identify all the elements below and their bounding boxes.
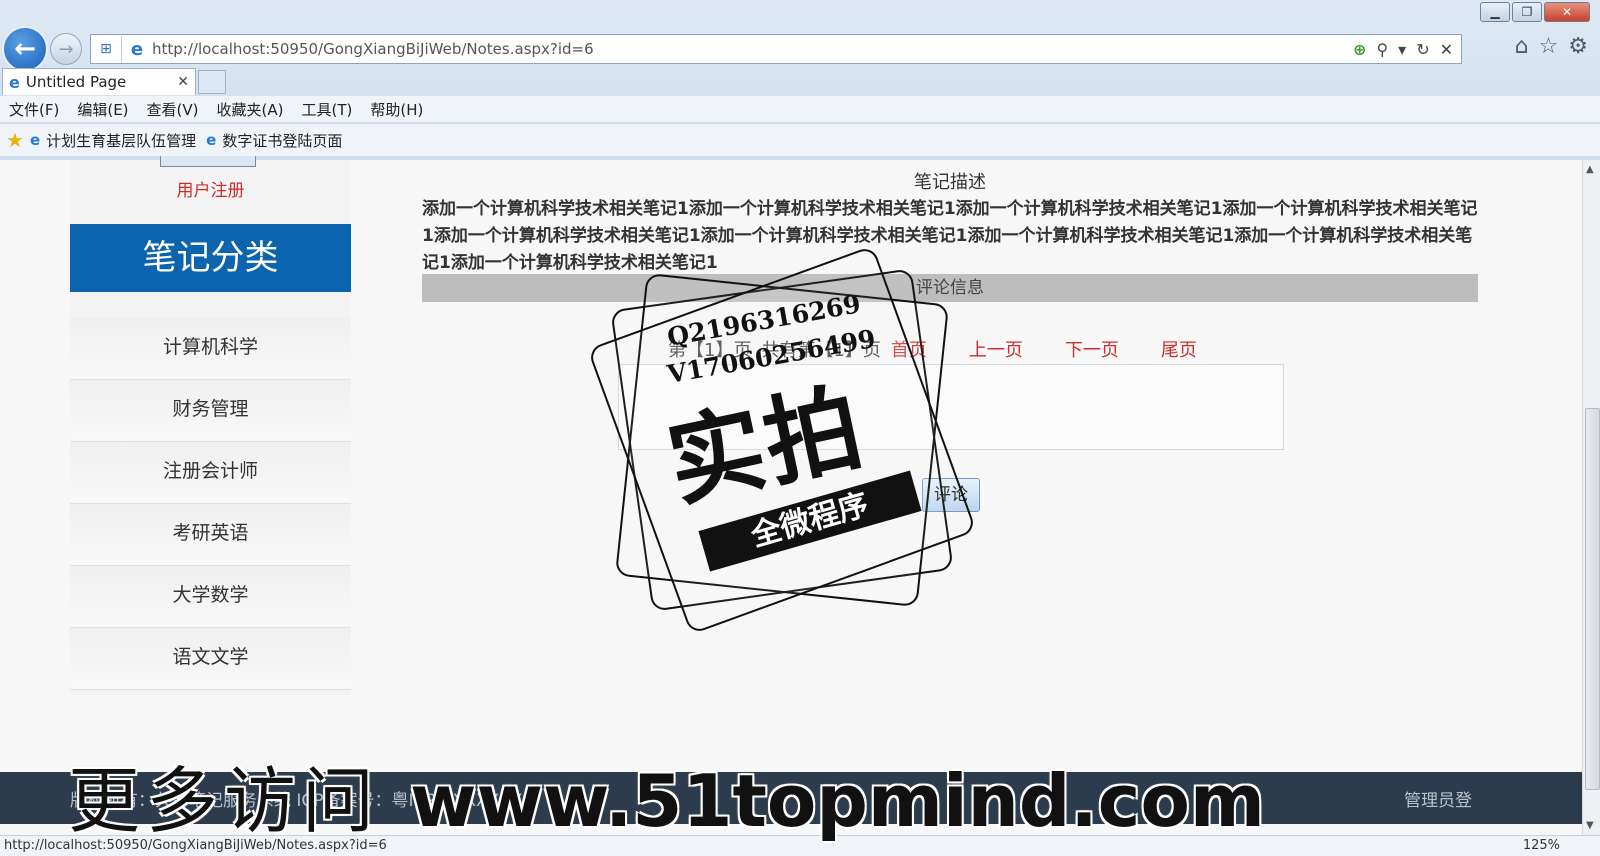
gear-icon[interactable]: ⚙	[1568, 34, 1588, 59]
zoom-level[interactable]: 125%	[1523, 838, 1560, 853]
category-item[interactable]: 考研英语	[70, 504, 351, 566]
ie-page-icon: e	[130, 38, 144, 60]
minimize-button[interactable]: ▁	[1480, 2, 1510, 22]
scroll-down-icon[interactable]: ▼	[1586, 820, 1594, 831]
favorites-star-icon[interactable]: ★	[6, 128, 24, 152]
login-button[interactable]	[160, 156, 256, 167]
menu-view[interactable]: 查看(V)	[138, 99, 208, 120]
menu-help[interactable]: 帮助(H)	[361, 99, 432, 120]
scroll-up-icon[interactable]: ▲	[1586, 164, 1594, 175]
favorites-bar: ★ e 计划生育基层队伍管理 e 数字证书登陆页面	[0, 124, 1600, 156]
scrollbar-thumb[interactable]	[1585, 408, 1600, 790]
category-item[interactable]: 注册会计师	[70, 442, 351, 504]
ie-fav-icon: e	[206, 131, 217, 149]
admin-login-link[interactable]: 管理员登	[1404, 786, 1472, 811]
restore-button[interactable]: ❐	[1512, 2, 1542, 22]
favorite-link-1[interactable]: e 计划生育基层队伍管理	[30, 130, 196, 151]
compat-plus-icon[interactable]: ⊕	[1353, 40, 1366, 59]
ie-fav-icon: e	[29, 131, 41, 149]
close-window-button[interactable]: ✕	[1544, 2, 1590, 22]
address-url[interactable]: http://localhost:50950/GongXiangBiJiWeb/…	[152, 40, 1353, 58]
address-bar[interactable]: ⊞ e http://localhost:50950/GongXiangBiJi…	[90, 34, 1462, 64]
menu-edit[interactable]: 编辑(E)	[68, 99, 137, 120]
favorites-star-icon[interactable]: ☆	[1539, 34, 1559, 59]
register-link[interactable]: 用户注册	[70, 176, 351, 201]
menu-favorites[interactable]: 收藏夹(A)	[208, 99, 293, 120]
banner-cn: 更多访问	[68, 759, 381, 843]
compatibility-view-icon[interactable]: ⊞	[91, 36, 122, 62]
search-icon[interactable]: ⚲	[1376, 40, 1388, 59]
banner-url: www.51topmind.com	[410, 759, 1265, 843]
favorite-label: 数字证书登陆页面	[222, 131, 343, 150]
dropdown-icon[interactable]: ▾	[1398, 40, 1406, 59]
vertical-scrollbar[interactable]: ▲ ▼	[1582, 160, 1600, 835]
pager-prev[interactable]: 上一页	[969, 336, 1023, 362]
category-list: 计算机科学 财务管理 注册会计师 考研英语 大学数学 语文文学	[70, 318, 351, 690]
pager-last[interactable]: 尾页	[1161, 336, 1197, 362]
close-tab-icon[interactable]: ✕	[177, 74, 189, 90]
arrow-left-icon: ←	[14, 34, 36, 64]
category-item[interactable]: 财务管理	[70, 380, 351, 442]
tab-bar: e Untitled Page ✕	[0, 66, 1600, 95]
home-icon[interactable]: ⌂	[1515, 34, 1529, 59]
category-title: 笔记分类	[70, 224, 351, 292]
favorite-link-2[interactable]: e 数字证书登陆页面	[206, 130, 342, 151]
favorite-label: 计划生育基层队伍管理	[46, 131, 197, 150]
menu-tools[interactable]: 工具(T)	[292, 99, 361, 120]
arrow-right-icon: →	[58, 38, 74, 60]
menu-bar: 文件(F) 编辑(E) 查看(V) 收藏夹(A) 工具(T) 帮助(H)	[0, 96, 1600, 122]
new-tab-button[interactable]	[198, 70, 226, 94]
sidebar: 用户注册 笔记分类 计算机科学 财务管理 注册会计师 考研英语 大学数学 语文文…	[70, 156, 351, 695]
tab-title: Untitled Page	[25, 73, 127, 91]
tab-untitled-page[interactable]: e Untitled Page ✕	[2, 68, 196, 95]
ie-tab-icon: e	[9, 72, 20, 92]
window-controls: ▁ ❐ ✕	[1480, 2, 1590, 22]
refresh-icon[interactable]: ↻	[1416, 40, 1429, 59]
category-item[interactable]: 计算机科学	[70, 318, 351, 380]
forward-button[interactable]: →	[50, 33, 82, 65]
note-description-label: 笔记描述	[914, 172, 986, 193]
category-item[interactable]: 语文文学	[70, 628, 351, 690]
stop-icon[interactable]: ✕	[1440, 40, 1453, 59]
menu-file[interactable]: 文件(F)	[0, 99, 68, 120]
watermark-stamp: Q2196316269 V17060256499 实拍 全微程序	[587, 245, 977, 635]
category-item[interactable]: 大学数学	[70, 566, 351, 628]
browser-chrome: ▁ ❐ ✕ ← → ⊞ e http://localhost:50950/Gon…	[0, 0, 1600, 161]
watermark-banner: 更多访问 www.51topmind.com	[68, 742, 1265, 847]
pager-next[interactable]: 下一页	[1065, 336, 1119, 362]
